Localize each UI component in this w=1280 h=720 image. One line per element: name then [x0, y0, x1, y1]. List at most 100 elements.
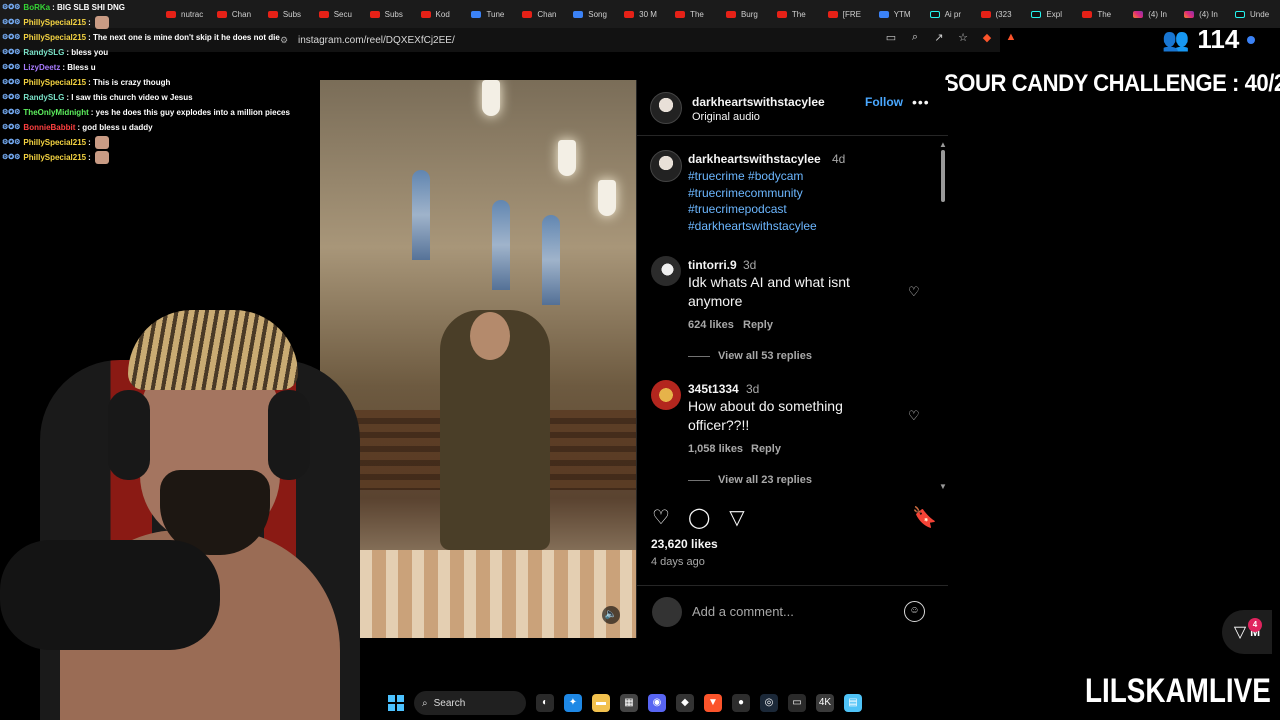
obs-icon[interactable]: ● [732, 694, 750, 712]
caption-time: 4d [832, 152, 846, 166]
browser-tab[interactable]: 30 M [618, 0, 669, 28]
browser-tab[interactable]: [FRE [822, 0, 873, 28]
scroll-down-icon[interactable]: ▼ [939, 482, 947, 491]
comment-text: Idk whats AI and what isnt anymore [688, 274, 850, 309]
follow-button[interactable]: Follow [865, 95, 903, 109]
chat-username[interactable]: PhillySpecial215 [23, 30, 86, 45]
brave-browser-icon[interactable]: ▼ [704, 694, 722, 712]
chat-username[interactable]: LizyDeetz [23, 60, 60, 75]
author-avatar[interactable] [650, 92, 682, 124]
youtube-icon [1082, 10, 1093, 18]
youtube-icon [369, 10, 380, 18]
comment-likes[interactable]: 1,058 likes [688, 443, 743, 455]
comment-like-heart-icon[interactable]: ♡ [908, 408, 920, 424]
browser-tab[interactable]: Subs [364, 0, 415, 28]
notification-button[interactable]: ▽ M [1222, 610, 1272, 654]
author-name[interactable]: darkheartswithstacylee [692, 95, 825, 109]
like-heart-icon[interactable]: ♡ [650, 505, 672, 530]
browser-tab[interactable]: Tune [465, 0, 516, 28]
chat-username[interactable]: PhillySpecial215 [23, 75, 86, 90]
zoom-icon[interactable]: ⌕ [908, 31, 922, 44]
chat-message: ⚙✪⚙ PhillySpecial215: [2, 15, 302, 30]
file-explorer-icon[interactable]: ▬ [592, 694, 610, 712]
hashtag-link[interactable]: #truecrime [688, 169, 745, 183]
like-count[interactable]: 23,620 likes [651, 537, 718, 551]
app-icon[interactable]: ◆ [676, 694, 694, 712]
comment-like-heart-icon[interactable]: ♡ [908, 284, 920, 300]
chat-text: : [88, 18, 91, 27]
hashtag-link[interactable]: #bodycam [748, 169, 803, 183]
view-replies-button[interactable]: View all 53 replies [688, 350, 812, 362]
browser-tab[interactable]: Chan [516, 0, 567, 28]
comment-text: How about do something officer??!! [688, 398, 843, 433]
4k-app-icon[interactable]: 4K [816, 694, 834, 712]
youtube-icon [420, 10, 431, 18]
browser-tab[interactable]: The [669, 0, 720, 28]
comment-user[interactable]: tintorri.9 [688, 258, 737, 272]
notepad-icon[interactable]: ▤ [844, 694, 862, 712]
chat-username[interactable]: RandySLG [23, 45, 64, 60]
cast-icon[interactable]: ▭ [884, 31, 898, 44]
steam-icon[interactable]: ◎ [760, 694, 778, 712]
windows-start-icon[interactable] [388, 695, 404, 711]
chat-username[interactable]: PhillySpecial215 [23, 15, 86, 30]
chat-username[interactable]: TheOnlyMidnight [23, 105, 88, 120]
scrollbar-thumb[interactable] [941, 150, 945, 202]
browser-tab-label: (4) In [1199, 9, 1218, 19]
browser-tab[interactable]: Kod [415, 0, 466, 28]
share-send-icon[interactable]: ▽ [726, 505, 748, 530]
hashtag-row: #truecrime #bodycam [688, 168, 918, 185]
brave-shield-icon[interactable]: ◆ [980, 31, 994, 44]
chat-text: : [88, 153, 91, 162]
chat-text: : This is crazy though [88, 78, 171, 87]
copilot-icon[interactable]: ✦ [564, 694, 582, 712]
store-icon[interactable]: ▦ [620, 694, 638, 712]
audio-label[interactable]: Original audio [692, 111, 760, 123]
bookmark-icon[interactable]: ☆ [956, 31, 970, 44]
comment-avatar[interactable] [651, 256, 681, 286]
view-replies-button[interactable]: View all 23 replies [688, 474, 812, 486]
scroll-up-icon[interactable]: ▲ [939, 140, 947, 149]
chat-username[interactable]: PhillySpecial215 [23, 150, 86, 165]
url-text: instagram.com/reel/DQXEXfCj2EE/ [298, 34, 455, 46]
chat-username[interactable]: BonnieBabbit [23, 120, 75, 135]
chat-username[interactable]: RandySLG [23, 90, 64, 105]
reply-button[interactable]: Reply [743, 319, 773, 331]
tray-app-icon[interactable]: ▭ [788, 694, 806, 712]
comment-likes[interactable]: 624 likes [688, 319, 734, 331]
caption-author-avatar[interactable] [650, 150, 682, 182]
brave-rewards-icon[interactable]: ▲ [1004, 31, 1018, 44]
browser-tab[interactable]: Secu [313, 0, 364, 28]
more-options-icon[interactable]: ••• [912, 94, 930, 110]
comment-user[interactable]: 345t1334 [688, 382, 739, 396]
discord-icon[interactable]: ◉ [648, 694, 666, 712]
browser-tab[interactable]: (323 [975, 0, 1026, 28]
save-bookmark-icon[interactable]: 🔖 [912, 505, 937, 530]
chat-username[interactable]: PhillySpecial215 [23, 135, 86, 150]
add-comment-input[interactable] [692, 600, 892, 622]
browser-tab[interactable]: Expl [1025, 0, 1076, 28]
chat-username[interactable]: BoRKa [23, 0, 50, 15]
volume-icon[interactable]: 🔈 [602, 606, 620, 624]
share-icon[interactable]: ↗ [932, 31, 946, 44]
chat-message: ⚙✪⚙ LizyDeetz: Bless u [2, 60, 302, 75]
caption-author[interactable]: darkheartswithstacylee [688, 152, 821, 166]
hashtag-link[interactable]: #darkheartswithstacylee [688, 218, 918, 235]
browser-tab[interactable]: The [1076, 0, 1127, 28]
reply-button[interactable]: Reply [751, 443, 781, 455]
hashtag-link[interactable]: #truecrimepodcast [688, 201, 918, 218]
chat-text: : Bless u [62, 63, 96, 72]
taskbar-search[interactable]: ⌕ Search [414, 691, 526, 715]
emoji-picker-icon[interactable]: ☺ [904, 601, 925, 622]
browser-tab[interactable]: Ai pr [924, 0, 975, 28]
browser-tab[interactable]: Song [567, 0, 618, 28]
comment-avatar[interactable] [651, 380, 681, 410]
headset-right [268, 390, 310, 480]
hashtag-link[interactable]: #truecrimecommunity [688, 185, 918, 202]
browser-tab[interactable]: The [771, 0, 822, 28]
browser-tab[interactable]: YTM [873, 0, 924, 28]
comment-bubble-icon[interactable]: ◯ [688, 505, 710, 530]
browser-tab[interactable]: Burg [720, 0, 771, 28]
chat-badges-icon: ⚙✪⚙ [2, 19, 21, 26]
widgets-icon[interactable]: ◐ [536, 694, 554, 712]
